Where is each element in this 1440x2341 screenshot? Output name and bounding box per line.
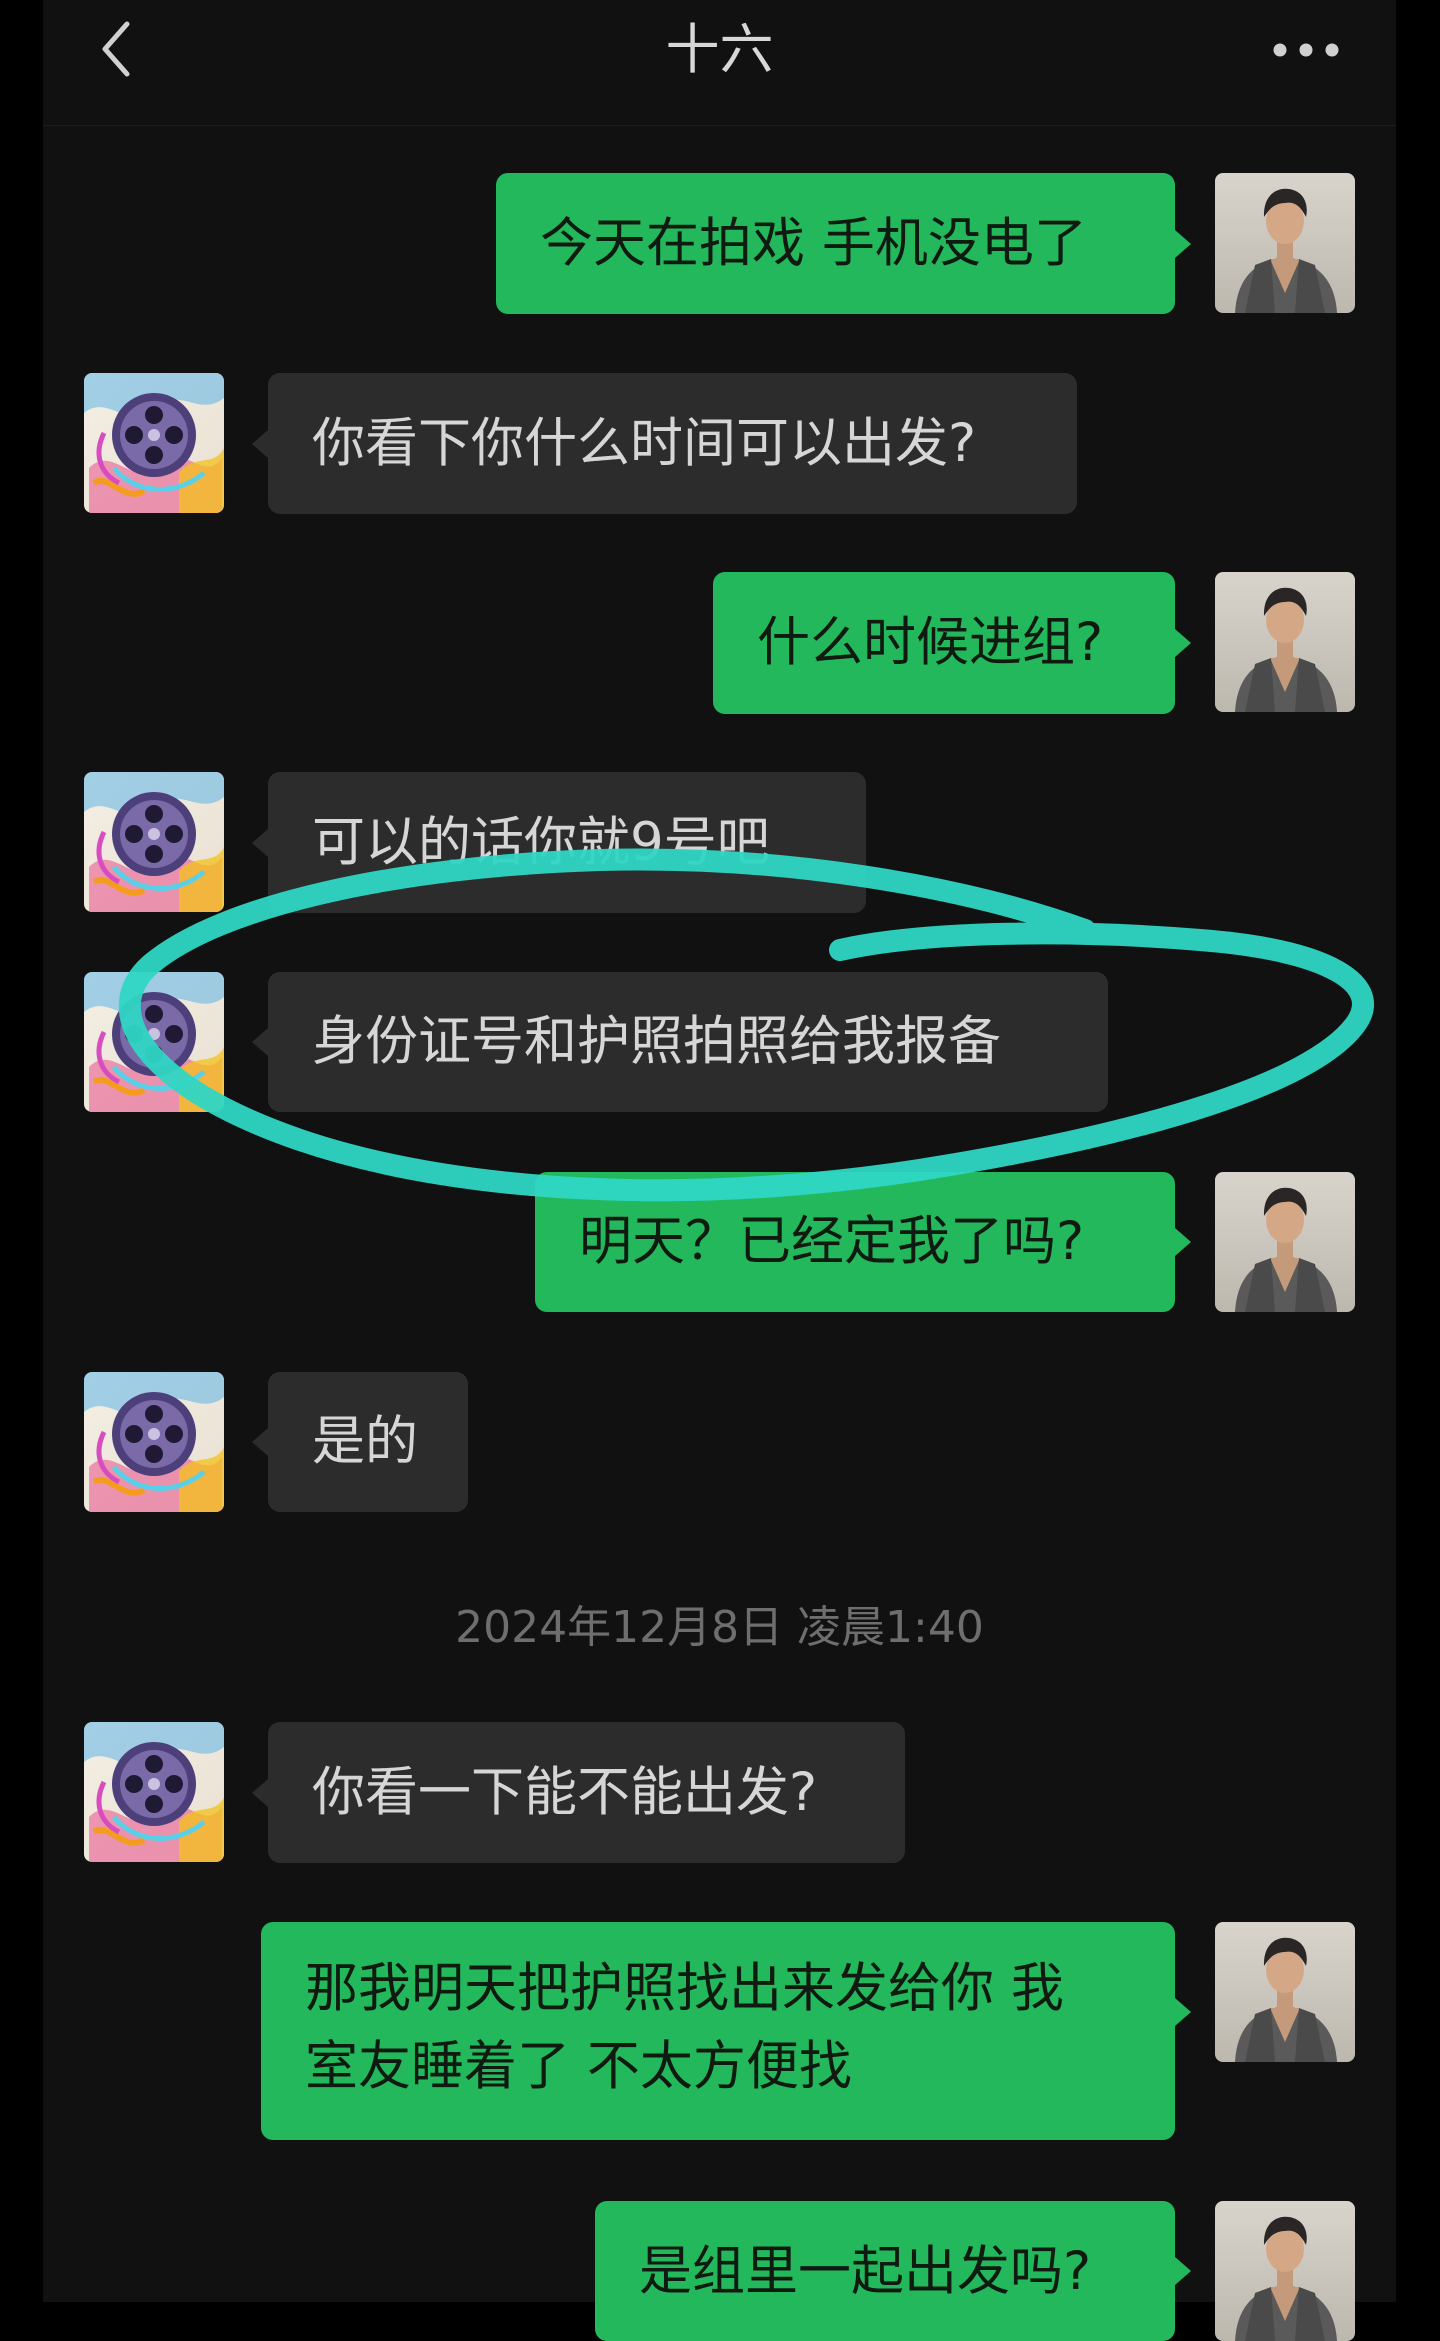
message-text: 是组里一起出发吗? — [639, 2241, 1092, 2302]
sent-message-bubble[interactable]: 明天？已经定我了吗? — [535, 1172, 1191, 1312]
message-text: 今天在拍戏 手机没电了 — [540, 213, 1087, 274]
my-avatar[interactable] — [1215, 572, 1355, 712]
my-avatar[interactable] — [1215, 2201, 1355, 2341]
date-separator: 2024年12月8日 凌晨1:40 — [455, 1602, 984, 1653]
contact-avatar[interactable] — [84, 1372, 224, 1512]
received-message-bubble[interactable]: 是的 — [252, 1372, 468, 1512]
message-text: 你看下你什么时间可以出发? — [312, 413, 977, 474]
contact-avatar[interactable] — [84, 972, 224, 1112]
my-avatar[interactable] — [1215, 1172, 1355, 1312]
more-button[interactable] — [1266, 30, 1346, 70]
received-message-bubble[interactable]: 身份证号和护照拍照给我报备 — [252, 972, 1108, 1112]
chat-screen: 十六 今天在拍戏 手机没电了 你看下你什么时间可以出发? 什么时候进组? 可以的… — [43, 0, 1396, 2341]
message-text: 可以的话你就9号吧 — [312, 812, 770, 873]
sent-message-bubble[interactable]: 那我明天把护照找出来发给你 我 室友睡着了 不太方便找 — [261, 1922, 1191, 2140]
message-text: 你看一下能不能出发? — [312, 1762, 818, 1823]
message-text: 身份证号和护照拍照给我报备 — [312, 1011, 1001, 1072]
chat-title: 十六 — [665, 18, 774, 81]
my-avatar[interactable] — [1215, 173, 1355, 313]
nav-bar: 十六 — [43, 0, 1396, 126]
received-message-bubble[interactable]: 可以的话你就9号吧 — [252, 772, 866, 913]
message-text-line-1: 那我明天把护照找出来发给你 我 — [305, 1958, 1064, 2019]
received-message-bubble[interactable]: 你看下你什么时间可以出发? — [252, 373, 1077, 514]
my-avatar[interactable] — [1215, 1922, 1355, 2062]
sent-message-bubble[interactable]: 什么时候进组? — [713, 572, 1191, 714]
message-text-line-2: 室友睡着了 不太方便找 — [305, 2036, 852, 2097]
more-horizontal-icon — [1273, 43, 1339, 57]
message-text: 明天？已经定我了吗? — [579, 1211, 1085, 1272]
sent-message-bubble[interactable]: 今天在拍戏 手机没电了 — [496, 173, 1191, 314]
contact-avatar[interactable] — [84, 373, 224, 513]
contact-avatar[interactable] — [84, 1722, 224, 1862]
message-text: 是的 — [312, 1411, 418, 1472]
received-message-bubble[interactable]: 你看一下能不能出发? — [252, 1722, 905, 1863]
message-text: 什么时候进组? — [757, 612, 1104, 673]
sent-message-bubble[interactable]: 是组里一起出发吗? — [595, 2201, 1191, 2341]
contact-avatar[interactable] — [84, 772, 224, 912]
